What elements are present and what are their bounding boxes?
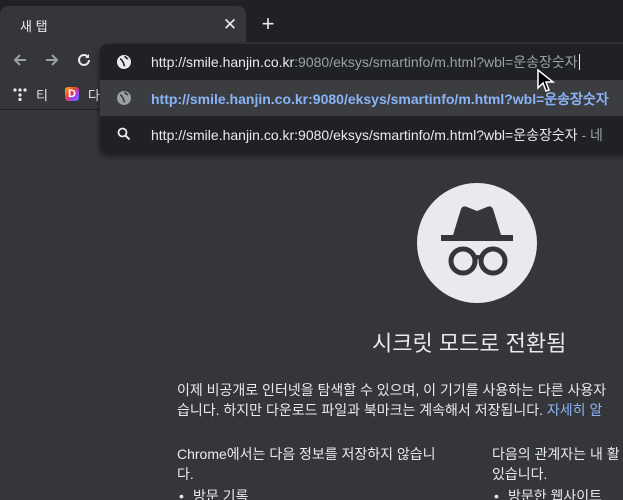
new-tab-button[interactable]: +: [256, 12, 280, 36]
incognito-icon: [417, 183, 537, 303]
globe-icon: [116, 90, 132, 106]
tistory-icon: [12, 86, 28, 102]
incognito-description: 이제 비공개로 인터넷을 탐색할 수 있으며, 이 기기를 사용하는 다른 사용…: [177, 382, 607, 418]
visible-to-list: 다음의 관계자는 내 활 있습니다. 방문한 웹사이트: [492, 444, 620, 500]
tab-new-tab[interactable]: 새 탭 ✕: [0, 6, 246, 42]
search-icon: [116, 126, 132, 142]
page-title: 시크릿 모드로 전환됨: [372, 331, 567, 356]
learn-more-link[interactable]: 자세히 알: [547, 402, 602, 418]
not-saved-list: Chrome에서는 다음 정보를 저장하지 않습니 다. 방문 기록: [177, 444, 436, 500]
bookmark-item-2[interactable]: D 다: [64, 84, 100, 104]
daum-icon: D: [64, 86, 80, 102]
list-item: 방문 기록: [177, 486, 436, 500]
omnibox-dropdown: http://smile.hanjin.co.kr:9080/eksys/sma…: [100, 44, 623, 154]
address-text[interactable]: http://smile.hanjin.co.kr:9080/eksys/sma…: [151, 52, 580, 72]
list-item: 방문한 웹사이트: [492, 486, 620, 500]
text-caret: [578, 54, 580, 70]
incognito-page: [0, 111, 623, 500]
globe-icon: [116, 54, 132, 70]
tab-title: 새 탭: [20, 19, 48, 34]
bookmark-label: 다: [88, 87, 100, 103]
tab-strip: 새 탭 ✕ +: [0, 0, 623, 42]
forward-arrow-icon[interactable]: [40, 48, 64, 72]
close-tab-icon[interactable]: ✕: [220, 14, 240, 34]
bookmark-label: 티: [36, 87, 48, 103]
mouse-pointer-icon: [536, 68, 556, 94]
back-arrow-icon[interactable]: [8, 48, 32, 72]
reload-icon[interactable]: [72, 48, 96, 72]
bookmark-item-1[interactable]: 티: [12, 84, 48, 104]
suggestion-text: http://smile.hanjin.co.kr:9080/eksys/sma…: [151, 127, 603, 143]
suggestion-item-2[interactable]: http://smile.hanjin.co.kr:9080/eksys/sma…: [100, 116, 623, 152]
